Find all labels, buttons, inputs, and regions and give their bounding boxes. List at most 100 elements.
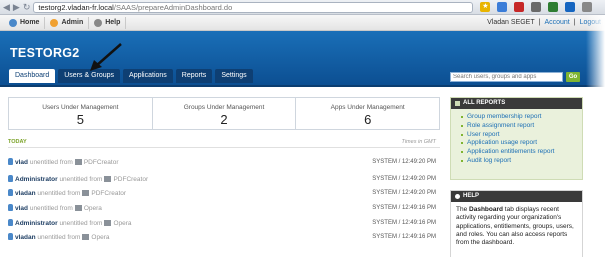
activity-time: SYSTEM / 12:49:16 PM	[372, 234, 436, 240]
activity-user[interactable]: Administrator	[15, 176, 58, 183]
app-icon	[82, 190, 90, 196]
help-button[interactable]: Help	[89, 16, 127, 29]
report-link[interactable]: Application entitlements report	[461, 148, 582, 157]
help-title: HELP	[463, 193, 480, 199]
admin-icon	[50, 18, 59, 27]
activity-time: SYSTEM / 12:49:20 PM	[372, 190, 436, 196]
activity-user[interactable]: vladan	[15, 234, 36, 241]
report-link[interactable]: Application usage report	[461, 139, 582, 148]
activity-action: unentitled from	[29, 205, 73, 212]
page-edge-fade	[586, 15, 605, 257]
activity-row: Administrator unentitled from PDFCreator S…	[8, 175, 440, 184]
activity-user[interactable]: vlad	[15, 205, 28, 212]
activity-action: unentitled from	[29, 159, 73, 166]
stat-label: Users Under Management	[42, 104, 119, 111]
user-icon	[8, 158, 13, 165]
url-path: /SAAS/prepareAdminDashboard.do	[113, 2, 233, 12]
search-input[interactable]	[450, 72, 563, 82]
activity-action: unentitled from	[59, 176, 103, 183]
activity-action: unentitled from	[37, 234, 81, 241]
activity-row: vlad unentitled from Opera SYSTEM / 12:49:…	[8, 204, 440, 213]
reload-icon[interactable]: ↻	[23, 0, 31, 15]
annotation-arrow	[90, 43, 122, 71]
activity-row: Administrator unentitled from Opera SYSTEM…	[8, 219, 440, 228]
tab-applications[interactable]: Applications	[123, 69, 173, 83]
activity-user[interactable]: Administrator	[15, 220, 58, 227]
stat-label: Apps Under Management	[330, 104, 405, 111]
browser-window: ◀ ▶ ↻ testorg2.vladan-fr.local/SAAS/prep…	[0, 0, 605, 257]
app-icon	[104, 220, 112, 226]
activity-time: SYSTEM / 12:49:20 PM	[372, 159, 436, 165]
flag-icon[interactable]	[565, 2, 576, 12]
activity-row: vladan unentitled from PDFCreator SYSTEM /…	[8, 189, 440, 198]
activity-action: unentitled from	[37, 190, 81, 197]
admin-label: Admin	[61, 19, 84, 26]
report-link[interactable]: Role assignment report	[461, 122, 582, 131]
star-icon[interactable]: ★	[480, 2, 491, 12]
username: Vladan SEGET	[487, 19, 535, 26]
report-link[interactable]: Audit log report	[461, 157, 582, 166]
user-icon	[8, 233, 13, 240]
stat-users: Users Under Management 5	[9, 98, 153, 129]
app-icon	[74, 159, 82, 165]
activity-row: vladan unentitled from Opera SYSTEM / 12:4…	[8, 233, 440, 242]
activity-app: PDFCreator	[83, 159, 119, 166]
app-icon	[104, 176, 112, 182]
extension-icon[interactable]	[548, 2, 559, 12]
browser-chrome: ◀ ▶ ↻ testorg2.vladan-fr.local/SAAS/prep…	[0, 0, 605, 15]
stat-label: Groups Under Management	[183, 104, 265, 111]
account-link[interactable]: Account	[544, 19, 569, 26]
help-text: The Dashboard tab displays recent activi…	[451, 202, 582, 247]
menu-icon[interactable]	[582, 2, 593, 12]
activity-user[interactable]: vlad	[15, 159, 28, 166]
activity-app: Opera	[83, 205, 102, 212]
stat-apps: Apps Under Management 6	[296, 98, 439, 129]
extension-icon[interactable]	[497, 2, 508, 12]
help-bold: Dashboard	[469, 206, 503, 213]
tab-dashboard[interactable]: Dashboard	[9, 69, 56, 83]
help-label: Help	[105, 19, 121, 26]
admin-button[interactable]: Admin	[45, 16, 90, 29]
app-icon	[82, 234, 90, 240]
report-link[interactable]: Group membership report	[461, 113, 582, 122]
reports-header: ALL REPORTS	[451, 98, 582, 109]
activity-app: PDFCreator	[91, 190, 127, 197]
timezone-label: Times in GMT	[401, 139, 436, 145]
help-text: The	[456, 206, 470, 213]
home-icon	[9, 18, 17, 27]
forward-icon[interactable]: ▶	[13, 0, 20, 15]
activity-user[interactable]: vladan	[15, 190, 36, 197]
address-bar[interactable]: testorg2.vladan-fr.local/SAAS/prepareAdm…	[33, 1, 474, 13]
reports-icon	[455, 101, 460, 106]
user-icon	[8, 204, 13, 211]
org-name: TESTORG2	[10, 46, 80, 60]
activity-row: vlad unentitled from PDFCreator SYSTEM / 1…	[8, 158, 440, 167]
activity-header: TODAY Times in GMT	[8, 139, 440, 148]
separator: |	[538, 19, 541, 26]
tab-reports[interactable]: Reports	[175, 69, 213, 83]
activity-time: SYSTEM / 12:49:16 PM	[372, 220, 436, 226]
search-go-button[interactable]: Go	[566, 72, 580, 82]
user-icon	[8, 219, 13, 226]
reports-panel: ALL REPORTS Group membership report Role…	[450, 97, 583, 180]
stat-value: 2	[220, 112, 228, 127]
app-toolbar: Home Admin Help Vladan SEGET | Account |…	[0, 15, 605, 31]
user-icon	[8, 189, 13, 196]
reports-list: Group membership report Role assignment …	[451, 109, 582, 166]
help-header: HELP	[451, 191, 582, 202]
activity-action: unentitled from	[59, 220, 103, 227]
back-icon[interactable]: ◀	[3, 0, 10, 15]
extension-icon[interactable]	[514, 2, 525, 12]
stat-value: 5	[76, 112, 84, 127]
extension-icon[interactable]	[531, 2, 542, 12]
help-panel: HELP The Dashboard tab displays recent a…	[450, 190, 583, 257]
user-links: Vladan SEGET | Account | Logout	[487, 19, 601, 26]
stat-groups: Groups Under Management 2	[153, 98, 297, 129]
report-link[interactable]: User report	[461, 131, 582, 140]
help-icon	[94, 18, 103, 27]
url-host: testorg2.vladan-fr.local	[38, 2, 114, 12]
home-label: Home	[20, 19, 40, 26]
activity-time: SYSTEM / 12:49:20 PM	[372, 176, 436, 182]
home-button[interactable]: Home	[4, 16, 46, 29]
tab-settings[interactable]: Settings	[215, 69, 253, 83]
